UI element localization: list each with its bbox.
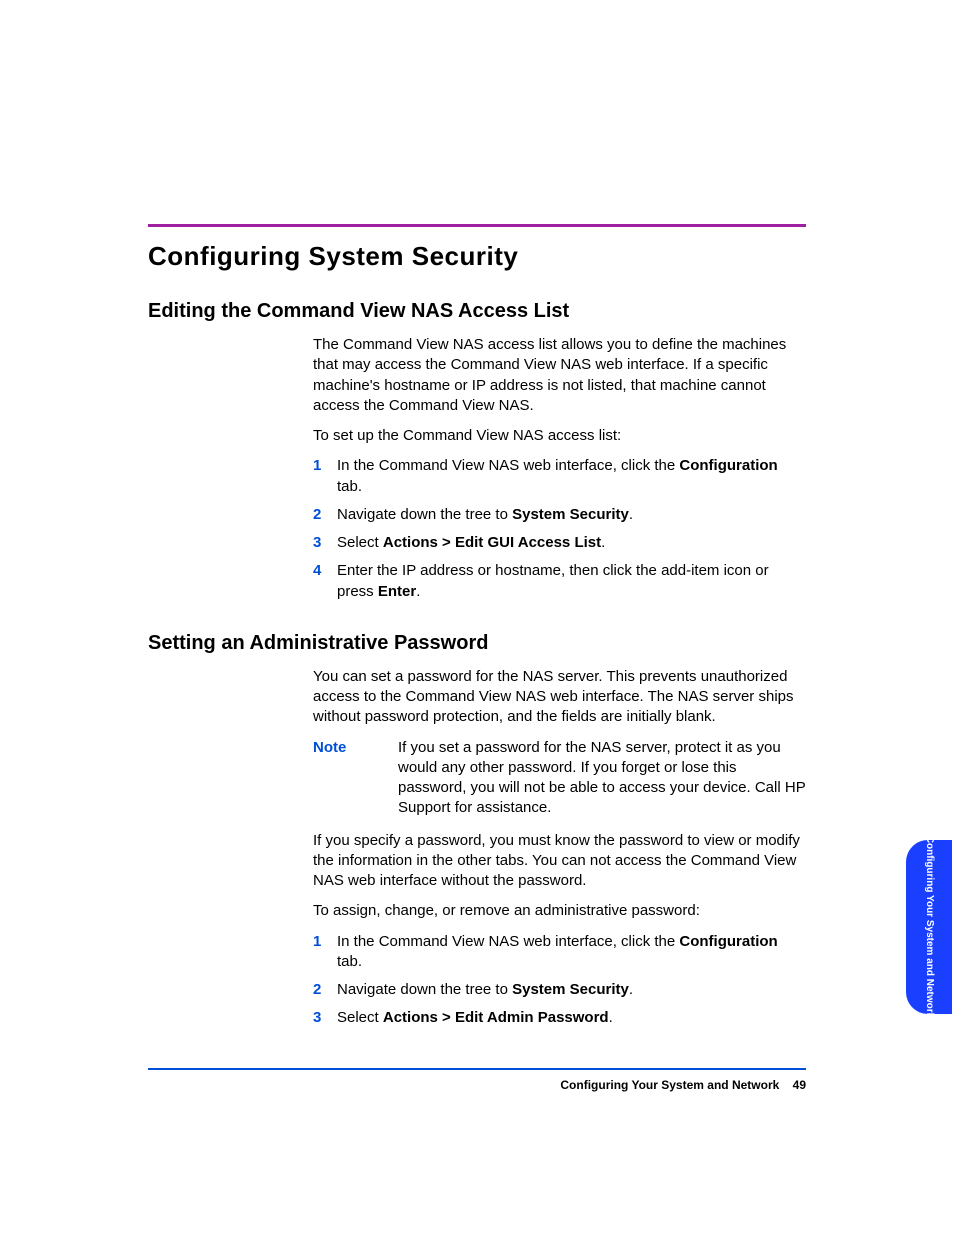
- acl-lead: To set up the Command View NAS access li…: [313, 426, 806, 446]
- text-run: In the Command View NAS web interface, c…: [337, 933, 679, 950]
- step-text: Select Actions > Edit Admin Password.: [337, 1008, 806, 1028]
- pwd-step-2: 2 Navigate down the tree to System Secur…: [313, 980, 806, 1000]
- acl-step-3: 3 Select Actions > Edit GUI Access List.: [313, 533, 806, 553]
- text-run: In the Command View NAS web interface, c…: [337, 457, 679, 474]
- pwd-heading: Setting an Administrative Password: [148, 632, 806, 655]
- text-run: tab.: [337, 953, 362, 970]
- step-number: 2: [313, 980, 327, 1000]
- side-tab-text: Configuring Your System and Network: [923, 836, 935, 1018]
- acl-step-1: 1 In the Command View NAS web interface,…: [313, 456, 806, 497]
- step-number: 1: [313, 932, 327, 973]
- text-bold: Configuration: [679, 457, 777, 474]
- text-run: .: [629, 506, 633, 523]
- text-run: Navigate down the tree to: [337, 506, 512, 523]
- step-number: 4: [313, 561, 327, 602]
- acl-step-2: 2 Navigate down the tree to System Secur…: [313, 505, 806, 525]
- side-tab-line: Configuring Your System and Network: [924, 836, 935, 1018]
- text-bold: System Security: [512, 506, 629, 523]
- step-number: 2: [313, 505, 327, 525]
- text-bold: Configuration: [679, 933, 777, 950]
- step-number: 3: [313, 1008, 327, 1028]
- top-rule: [148, 224, 806, 227]
- step-number: 3: [313, 533, 327, 553]
- side-tab: Configuring Your System and Network: [906, 840, 952, 1014]
- footer: Configuring Your System and Network 49: [560, 1078, 806, 1092]
- step-text: Enter the IP address or hostname, then c…: [337, 561, 806, 602]
- footer-chapter: Configuring Your System and Network: [560, 1078, 779, 1092]
- step-text: Select Actions > Edit GUI Access List.: [337, 533, 806, 553]
- text-run: .: [601, 534, 605, 551]
- acl-body: The Command View NAS access list allows …: [313, 335, 806, 602]
- step-text: In the Command View NAS web interface, c…: [337, 456, 806, 497]
- step-number: 1: [313, 456, 327, 497]
- text-run: tab.: [337, 478, 362, 495]
- pwd-lead: To assign, change, or remove an administ…: [313, 901, 806, 921]
- step-text: Navigate down the tree to System Securit…: [337, 980, 806, 1000]
- text-bold: Actions > Edit Admin Password: [383, 1009, 609, 1026]
- pwd-steps: 1 In the Command View NAS web interface,…: [313, 932, 806, 1029]
- pwd-intro: You can set a password for the NAS serve…: [313, 667, 806, 728]
- text-bold: Actions > Edit GUI Access List: [383, 534, 601, 551]
- note-label: Note: [313, 738, 368, 819]
- text-run: Select: [337, 534, 383, 551]
- acl-intro: The Command View NAS access list allows …: [313, 335, 806, 416]
- page: Configuring System Security Editing the …: [0, 0, 954, 1235]
- text-run: Select: [337, 1009, 383, 1026]
- text-bold: Enter: [378, 583, 416, 600]
- pwd-para2: If you specify a password, you must know…: [313, 831, 806, 892]
- bottom-rule: [148, 1068, 806, 1070]
- section-acl: Editing the Command View NAS Access List…: [148, 300, 806, 602]
- text-run: Navigate down the tree to: [337, 981, 512, 998]
- note-text: If you set a password for the NAS server…: [398, 738, 806, 819]
- acl-steps: 1 In the Command View NAS web interface,…: [313, 456, 806, 602]
- text-run: .: [416, 583, 420, 600]
- pwd-step-1: 1 In the Command View NAS web interface,…: [313, 932, 806, 973]
- page-title: Configuring System Security: [148, 241, 806, 272]
- section-pwd: Setting an Administrative Password You c…: [148, 632, 806, 1029]
- note: Note If you set a password for the NAS s…: [313, 738, 806, 819]
- step-text: In the Command View NAS web interface, c…: [337, 932, 806, 973]
- footer-page-number: 49: [793, 1078, 806, 1092]
- step-text: Navigate down the tree to System Securit…: [337, 505, 806, 525]
- pwd-step-3: 3 Select Actions > Edit Admin Password.: [313, 1008, 806, 1028]
- content-area: Configuring System Security Editing the …: [148, 224, 806, 1059]
- acl-step-4: 4 Enter the IP address or hostname, then…: [313, 561, 806, 602]
- acl-heading: Editing the Command View NAS Access List: [148, 300, 806, 323]
- text-run: .: [609, 1009, 613, 1026]
- pwd-body: You can set a password for the NAS serve…: [313, 667, 806, 1029]
- text-run: .: [629, 981, 633, 998]
- text-bold: System Security: [512, 981, 629, 998]
